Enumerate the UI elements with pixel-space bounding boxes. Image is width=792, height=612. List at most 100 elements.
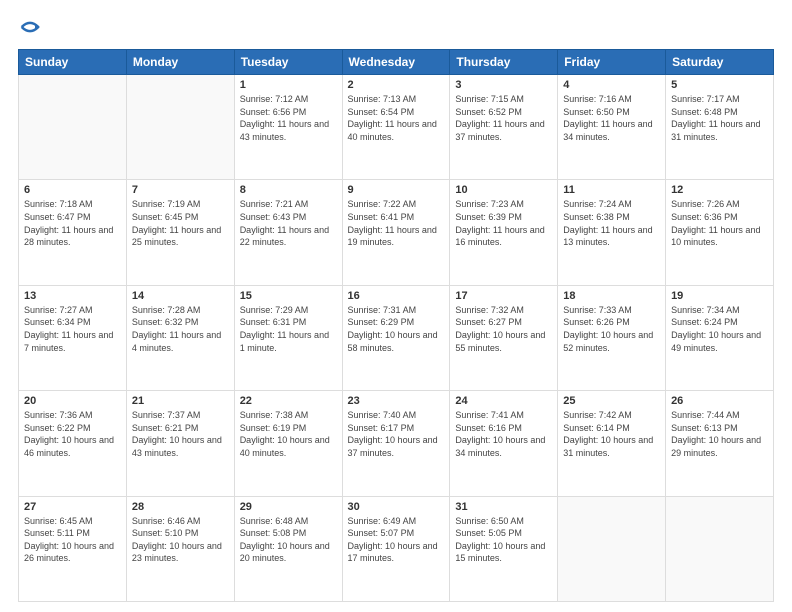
calendar-cell: 29 Sunrise: 6:48 AMSunset: 5:08 PMDayligh… — [234, 496, 342, 601]
day-number: 14 — [132, 290, 229, 302]
calendar-cell — [19, 75, 127, 180]
weekday-header-monday: Monday — [126, 50, 234, 75]
day-number: 5 — [671, 79, 768, 91]
calendar-cell: 3Sunrise: 7:15 AMSunset: 6:52 PMDaylight… — [450, 75, 558, 180]
calendar-cell: 30 Sunrise: 6:49 AMSunset: 5:07 PMDayligh… — [342, 496, 450, 601]
day-number: 7 — [132, 184, 229, 196]
calendar-cell: 15Sunrise: 7:29 AMSunset: 6:31 PMDayligh… — [234, 285, 342, 390]
day-number: 24 — [455, 395, 552, 407]
day-number: 16 — [348, 290, 445, 302]
day-number: 19 — [671, 290, 768, 302]
day-info: Sunrise: 7:40 AMSunset: 6:17 PMDaylight:… — [348, 409, 445, 459]
day-number: 10 — [455, 184, 552, 196]
day-number: 13 — [24, 290, 121, 302]
calendar-cell — [666, 496, 774, 601]
calendar-cell: 4 Sunrise: 7:16 AMSunset: 6:50 PMDaylight… — [558, 75, 666, 180]
calendar-cell: 21 Sunrise: 7:37 AMSunset: 6:21 PMDayligh… — [126, 391, 234, 496]
day-info: Sunrise: 7:23 AMSunset: 6:39 PMDaylight:… — [455, 198, 552, 248]
day-number: 4 — [563, 79, 660, 91]
day-info: Sunrise: 7:12 AMSunset: 6:56 PMDaylight:… — [240, 93, 337, 143]
calendar-cell: 31Sunrise: 6:50 AMSunset: 5:05 PMDayligh… — [450, 496, 558, 601]
calendar-cell: 24 Sunrise: 7:41 AMSunset: 6:16 PMDayligh… — [450, 391, 558, 496]
day-number: 18 — [563, 290, 660, 302]
day-number: 29 — [240, 501, 337, 513]
day-info: Sunrise: 6:46 AMSunset: 5:10 PMDaylight:… — [132, 515, 229, 565]
calendar-cell: 9 Sunrise: 7:22 AMSunset: 6:41 PMDaylight… — [342, 180, 450, 285]
calendar-cell: 25 Sunrise: 7:42 AMSunset: 6:14 PMDayligh… — [558, 391, 666, 496]
day-number: 30 — [348, 501, 445, 513]
weekday-header-wednesday: Wednesday — [342, 50, 450, 75]
day-info: Sunrise: 7:24 AMSunset: 6:38 PMDaylight:… — [563, 198, 660, 248]
header — [18, 18, 774, 39]
calendar-cell: 27Sunrise: 6:45 AMSunset: 5:11 PMDayligh… — [19, 496, 127, 601]
day-info: Sunrise: 7:18 AMSunset: 6:47 PMDaylight:… — [24, 198, 121, 248]
calendar-cell: 5 Sunrise: 7:17 AMSunset: 6:48 PMDaylight… — [666, 75, 774, 180]
day-number: 1 — [240, 79, 337, 91]
day-number: 25 — [563, 395, 660, 407]
calendar: SundayMondayTuesdayWednesdayThursdayFrid… — [18, 49, 774, 602]
day-info: Sunrise: 6:50 AMSunset: 5:05 PMDaylight:… — [455, 515, 552, 565]
day-info: Sunrise: 6:48 AMSunset: 5:08 PMDaylight:… — [240, 515, 337, 565]
week-row-3: 13 Sunrise: 7:27 AMSunset: 6:34 PMDayligh… — [19, 285, 774, 390]
day-number: 22 — [240, 395, 337, 407]
logo — [18, 18, 40, 39]
day-info: Sunrise: 7:17 AMSunset: 6:48 PMDaylight:… — [671, 93, 768, 143]
calendar-cell: 7 Sunrise: 7:19 AMSunset: 6:45 PMDaylight… — [126, 180, 234, 285]
logo-icon — [20, 17, 40, 37]
day-number: 15 — [240, 290, 337, 302]
calendar-cell: 17 Sunrise: 7:32 AMSunset: 6:27 PMDayligh… — [450, 285, 558, 390]
calendar-cell: 18 Sunrise: 7:33 AMSunset: 6:26 PMDayligh… — [558, 285, 666, 390]
calendar-cell: 14 Sunrise: 7:28 AMSunset: 6:32 PMDayligh… — [126, 285, 234, 390]
day-number: 9 — [348, 184, 445, 196]
day-number: 23 — [348, 395, 445, 407]
day-info: Sunrise: 7:37 AMSunset: 6:21 PMDaylight:… — [132, 409, 229, 459]
calendar-cell — [558, 496, 666, 601]
day-info: Sunrise: 7:28 AMSunset: 6:32 PMDaylight:… — [132, 304, 229, 354]
calendar-cell: 8Sunrise: 7:21 AMSunset: 6:43 PMDaylight… — [234, 180, 342, 285]
weekday-header-tuesday: Tuesday — [234, 50, 342, 75]
day-info: Sunrise: 7:38 AMSunset: 6:19 PMDaylight:… — [240, 409, 337, 459]
day-info: Sunrise: 7:27 AMSunset: 6:34 PMDaylight:… — [24, 304, 121, 354]
day-number: 21 — [132, 395, 229, 407]
day-number: 6 — [24, 184, 121, 196]
day-number: 8 — [240, 184, 337, 196]
day-info: Sunrise: 7:36 AMSunset: 6:22 PMDaylight:… — [24, 409, 121, 459]
calendar-cell: 22 Sunrise: 7:38 AMSunset: 6:19 PMDayligh… — [234, 391, 342, 496]
day-info: Sunrise: 7:31 AMSunset: 6:29 PMDaylight:… — [348, 304, 445, 354]
weekday-header-saturday: Saturday — [666, 50, 774, 75]
day-info: Sunrise: 7:41 AMSunset: 6:16 PMDaylight:… — [455, 409, 552, 459]
weekday-header-row: SundayMondayTuesdayWednesdayThursdayFrid… — [19, 50, 774, 75]
day-info: Sunrise: 7:32 AMSunset: 6:27 PMDaylight:… — [455, 304, 552, 354]
day-info: Sunrise: 7:15 AMSunset: 6:52 PMDaylight:… — [455, 93, 552, 143]
day-number: 17 — [455, 290, 552, 302]
week-row-2: 6 Sunrise: 7:18 AMSunset: 6:47 PMDaylight… — [19, 180, 774, 285]
calendar-cell: 2 Sunrise: 7:13 AMSunset: 6:54 PMDaylight… — [342, 75, 450, 180]
calendar-cell: 23 Sunrise: 7:40 AMSunset: 6:17 PMDayligh… — [342, 391, 450, 496]
weekday-header-friday: Friday — [558, 50, 666, 75]
calendar-cell: 10 Sunrise: 7:23 AMSunset: 6:39 PMDayligh… — [450, 180, 558, 285]
calendar-cell: 11 Sunrise: 7:24 AMSunset: 6:38 PMDayligh… — [558, 180, 666, 285]
day-number: 20 — [24, 395, 121, 407]
day-info: Sunrise: 7:16 AMSunset: 6:50 PMDaylight:… — [563, 93, 660, 143]
calendar-cell: 13 Sunrise: 7:27 AMSunset: 6:34 PMDayligh… — [19, 285, 127, 390]
day-number: 28 — [132, 501, 229, 513]
day-number: 2 — [348, 79, 445, 91]
calendar-cell: 26 Sunrise: 7:44 AMSunset: 6:13 PMDayligh… — [666, 391, 774, 496]
day-info: Sunrise: 7:22 AMSunset: 6:41 PMDaylight:… — [348, 198, 445, 248]
day-number: 26 — [671, 395, 768, 407]
day-info: Sunrise: 7:44 AMSunset: 6:13 PMDaylight:… — [671, 409, 768, 459]
day-info: Sunrise: 6:49 AMSunset: 5:07 PMDaylight:… — [348, 515, 445, 565]
day-info: Sunrise: 7:42 AMSunset: 6:14 PMDaylight:… — [563, 409, 660, 459]
calendar-cell: 12Sunrise: 7:26 AMSunset: 6:36 PMDayligh… — [666, 180, 774, 285]
week-row-5: 27Sunrise: 6:45 AMSunset: 5:11 PMDayligh… — [19, 496, 774, 601]
week-row-1: 1 Sunrise: 7:12 AMSunset: 6:56 PMDaylight… — [19, 75, 774, 180]
week-row-4: 20 Sunrise: 7:36 AMSunset: 6:22 PMDayligh… — [19, 391, 774, 496]
calendar-cell: 20 Sunrise: 7:36 AMSunset: 6:22 PMDayligh… — [19, 391, 127, 496]
calendar-cell: 28 Sunrise: 6:46 AMSunset: 5:10 PMDayligh… — [126, 496, 234, 601]
day-info: Sunrise: 7:26 AMSunset: 6:36 PMDaylight:… — [671, 198, 768, 248]
day-info: Sunrise: 7:33 AMSunset: 6:26 PMDaylight:… — [563, 304, 660, 354]
day-info: Sunrise: 7:13 AMSunset: 6:54 PMDaylight:… — [348, 93, 445, 143]
calendar-cell: 19Sunrise: 7:34 AMSunset: 6:24 PMDayligh… — [666, 285, 774, 390]
day-info: Sunrise: 7:19 AMSunset: 6:45 PMDaylight:… — [132, 198, 229, 248]
day-number: 11 — [563, 184, 660, 196]
